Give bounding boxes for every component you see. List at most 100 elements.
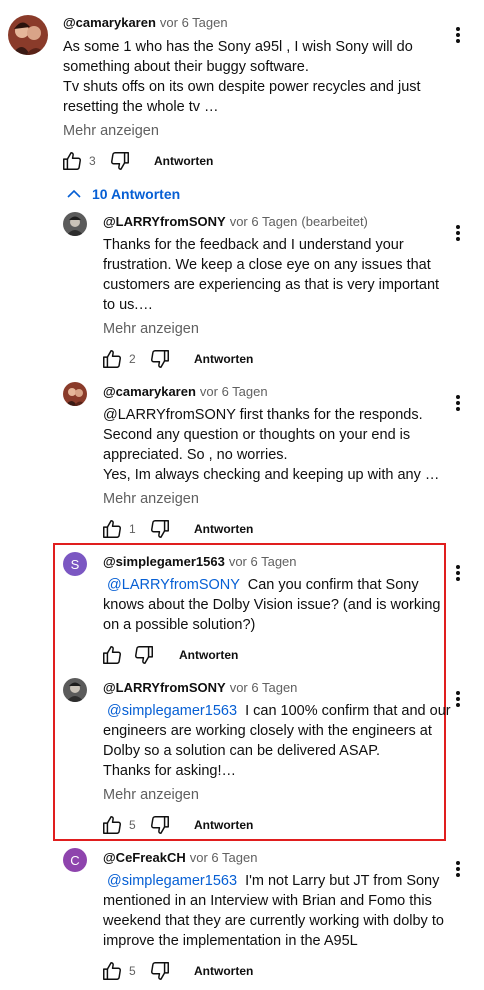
like-count: 1: [129, 522, 136, 536]
reply-button[interactable]: Antworten: [154, 154, 213, 168]
thumb-down-icon[interactable]: [149, 814, 171, 836]
avatar-cefreakch[interactable]: C: [63, 848, 87, 872]
comment-line: customers are experiencing as that is ve…: [103, 277, 440, 293]
comment-text: @LARRYfromSONY first thanks for the resp…: [103, 405, 439, 485]
comment-text: @simplegamer1563 I'm not Larry but JT fr…: [103, 871, 444, 951]
comment-line: Tv shuts offs on its own despite power r…: [63, 79, 421, 95]
reply-button[interactable]: Antworten: [179, 648, 238, 662]
comment-line: Second any question or thoughts on your …: [103, 427, 411, 443]
author-handle[interactable]: @CeFreakCH: [103, 850, 186, 865]
like-count: 5: [129, 964, 136, 978]
comment-line: Yes, Im always checking and keeping up w…: [103, 467, 440, 483]
thumb-down-icon[interactable]: [133, 644, 155, 666]
comment-text: @simplegamer1563 I can 100% confirm that…: [103, 701, 451, 781]
show-more-link[interactable]: Mehr anzeigen: [103, 489, 199, 509]
replies-toggle-button[interactable]: 10 Antworten: [66, 186, 180, 202]
comment-text: @LARRYfromSONY Can you confirm that Sony…: [103, 575, 440, 635]
avatar-letter: C: [70, 852, 80, 868]
avatar-larryfromsony[interactable]: [63, 678, 87, 702]
reply-button[interactable]: Antworten: [194, 818, 253, 832]
more-vert-icon[interactable]: [453, 24, 463, 46]
reply-button[interactable]: Antworten: [194, 522, 253, 536]
comment-line: @simplegamer1563 I'm not Larry but JT fr…: [103, 871, 444, 891]
show-more-link[interactable]: Mehr anzeigen: [103, 785, 199, 805]
comment-actions: 5: [101, 814, 171, 836]
comment-line: appreciated. So , no worries.: [103, 447, 288, 463]
comment-line: knows about the Dolby Vision issue? (and…: [103, 597, 441, 613]
comment-actions: 3: [61, 150, 131, 172]
comment-text: Thanks for the feedback and I understand…: [103, 235, 439, 315]
comment-line: Thanks for the feedback and I understand…: [103, 237, 404, 253]
comment-time[interactable]: vor 6 Tagen: [229, 554, 297, 569]
comment-header: @camarykaren vor 6 Tagen: [103, 384, 268, 400]
reply-button[interactable]: Antworten: [194, 964, 253, 978]
comment-line: frustration. We keep a close eye on any …: [103, 257, 431, 273]
mention-link[interactable]: @LARRYfromSONY: [107, 577, 240, 593]
comment-line: to us.…: [103, 297, 153, 313]
thumb-up-icon[interactable]: [101, 644, 123, 666]
comment-header: @CeFreakCH vor 6 Tagen: [103, 850, 257, 866]
comment-line-rest: I'm not Larry but JT from Sony: [237, 873, 440, 889]
avatar-larryfromsony[interactable]: [63, 212, 87, 236]
more-vert-icon[interactable]: [453, 222, 463, 244]
like-count: 5: [129, 818, 136, 832]
comment-line-rest: I can 100% confirm that and our: [237, 703, 451, 719]
comment-line: @LARRYfromSONY first thanks for the resp…: [103, 407, 423, 423]
thumb-down-icon[interactable]: [149, 348, 171, 370]
comment-line: engineers are working closely with the e…: [103, 723, 432, 739]
show-more-link[interactable]: Mehr anzeigen: [103, 319, 199, 339]
comment-line-rest: Can you confirm that Sony: [239, 577, 419, 593]
avatar-simplegamer1563[interactable]: S: [63, 552, 87, 576]
more-vert-icon[interactable]: [453, 562, 463, 584]
comment-line: Dolby so a solution can be delivered ASA…: [103, 743, 381, 759]
more-vert-icon[interactable]: [453, 688, 463, 710]
comment-time[interactable]: vor 6 Tagen: [190, 850, 258, 865]
author-handle[interactable]: @LARRYfromSONY: [103, 214, 226, 229]
comment-header: @simplegamer1563 vor 6 Tagen: [103, 554, 297, 570]
thumb-up-icon[interactable]: [101, 960, 123, 982]
thumb-up-icon[interactable]: [61, 150, 83, 172]
thumb-down-icon[interactable]: [149, 960, 171, 982]
comment-line: As some 1 who has the Sony a95l , I wish…: [63, 39, 413, 55]
author-handle[interactable]: @camarykaren: [63, 15, 156, 30]
avatar-letter: S: [70, 556, 80, 572]
author-handle[interactable]: @LARRYfromSONY: [103, 680, 226, 695]
comment-header: @LARRYfromSONY vor 6 Tagen: [103, 680, 297, 696]
comment-time[interactable]: vor 6 Tagen: [230, 214, 298, 229]
comment-text: As some 1 who has the Sony a95l , I wish…: [63, 37, 421, 117]
comment-line: resetting the whole tv …: [63, 99, 219, 115]
comment-header: @LARRYfromSONY vor 6 Tagen (bearbeitet): [103, 214, 368, 230]
like-count: 2: [129, 352, 136, 366]
thumb-down-icon[interactable]: [149, 518, 171, 540]
comment-line: mentioned in an Interview with Brian and…: [103, 893, 432, 909]
more-vert-icon[interactable]: [453, 392, 463, 414]
like-count: 3: [89, 154, 96, 168]
reply-button[interactable]: Antworten: [194, 352, 253, 366]
thumb-up-icon[interactable]: [101, 348, 123, 370]
thumb-up-icon[interactable]: [101, 814, 123, 836]
mention-link[interactable]: @simplegamer1563: [107, 703, 237, 719]
comment-line: @simplegamer1563 I can 100% confirm that…: [103, 701, 451, 721]
comment-line: Thanks for asking!…: [103, 763, 236, 779]
author-handle[interactable]: @camarykaren: [103, 384, 196, 399]
comment-time[interactable]: vor 6 Tagen: [160, 15, 228, 30]
comment-line: weekend that they are currently working …: [103, 913, 444, 929]
comment-actions: [101, 644, 155, 666]
mention-link[interactable]: @simplegamer1563: [107, 873, 237, 889]
comment-line: something about their buggy software.: [63, 59, 309, 75]
comment-time[interactable]: vor 6 Tagen: [230, 680, 298, 695]
thumb-up-icon[interactable]: [101, 518, 123, 540]
comment-header: @camarykaren vor 6 Tagen: [63, 15, 228, 31]
comment-time[interactable]: vor 6 Tagen: [200, 384, 268, 399]
edited-label: (bearbeitet): [301, 214, 368, 229]
top-comment: @camarykaren vor 6 Tagen As some 1 who ha…: [0, 0, 484, 180]
comment-actions: 5: [101, 960, 171, 982]
avatar-camarykaren[interactable]: [8, 15, 48, 55]
more-vert-icon[interactable]: [453, 858, 463, 880]
replies-toggle-label: 10 Antworten: [92, 186, 181, 202]
show-more-link[interactable]: Mehr anzeigen: [63, 121, 159, 141]
avatar-camarykaren[interactable]: [63, 382, 87, 406]
chevron-up-icon: [67, 189, 81, 198]
author-handle[interactable]: @simplegamer1563: [103, 554, 225, 569]
thumb-down-icon[interactable]: [109, 150, 131, 172]
